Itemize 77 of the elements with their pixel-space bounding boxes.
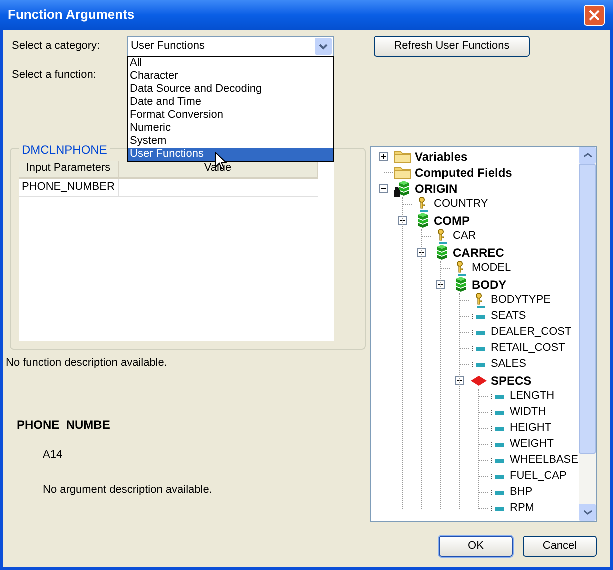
minus-icon: [457, 378, 462, 383]
tree-item[interactable]: RPM: [508, 500, 536, 517]
expand-toggle[interactable]: [379, 152, 388, 161]
tree-item[interactable]: BODYTYPE: [489, 292, 553, 309]
dropdown-option[interactable]: All: [128, 57, 333, 70]
argument-format: A14: [43, 448, 64, 463]
window-title: Function Arguments: [8, 6, 135, 24]
tree-item[interactable]: WEIGHT: [508, 436, 556, 453]
field-icon: [491, 426, 505, 432]
collapse-toggle[interactable]: [417, 248, 426, 257]
collapse-toggle[interactable]: [379, 184, 388, 193]
table-cell: PHONE_NUMBER: [19, 178, 119, 196]
tree-item[interactable]: Variables: [413, 148, 470, 166]
minus-icon: [381, 186, 386, 191]
field-icon: [491, 506, 505, 512]
plus-icon: [381, 154, 386, 159]
field-icon: [491, 474, 505, 480]
dropdown-option[interactable]: System: [128, 135, 333, 148]
dropdown-option[interactable]: Data Source and Decoding: [128, 83, 333, 96]
dropdown-option[interactable]: Character: [128, 70, 333, 83]
close-button[interactable]: [584, 4, 605, 26]
collapse-toggle[interactable]: [455, 376, 464, 385]
minus-icon: [419, 250, 424, 255]
scroll-down-icon[interactable]: [584, 510, 592, 514]
collapse-toggle[interactable]: [398, 216, 407, 225]
category-dropdown[interactable]: User Functions: [127, 36, 334, 57]
minus-icon: [400, 218, 405, 223]
close-icon: [589, 10, 600, 20]
dropdown-option[interactable]: Format Conversion: [128, 109, 333, 122]
tree-item[interactable]: SPECS: [489, 372, 534, 390]
tree-item[interactable]: WHEELBASE: [508, 452, 579, 469]
column-header: Input Parameters: [19, 160, 119, 178]
tree-item[interactable]: HEIGHT: [508, 420, 554, 437]
field-icon: [491, 394, 505, 400]
diamond-icon: [471, 376, 487, 386]
tree-item[interactable]: RETAIL_COST: [489, 340, 568, 357]
dropdown-option[interactable]: User Functions: [128, 148, 333, 161]
field-icon: [472, 346, 486, 352]
minus-icon: [438, 282, 443, 287]
tree-item[interactable]: Computed Fields: [413, 164, 514, 182]
argument-name: PHONE_NUMBE: [17, 417, 112, 434]
tree-item[interactable]: COUNTRY: [432, 196, 490, 213]
category-label: Select a category:: [12, 39, 102, 54]
tree-item[interactable]: BODY: [470, 276, 509, 294]
folder-icon: [394, 166, 412, 180]
field-icon: [491, 458, 505, 464]
tree-item[interactable]: COMP: [432, 212, 472, 230]
tree-item[interactable]: DEALER_COST: [489, 324, 574, 341]
tree-item[interactable]: SEATS: [489, 308, 528, 325]
locked-segment-icon: [394, 180, 412, 196]
function-label: Select a function:: [12, 68, 96, 83]
field-icon: [491, 442, 505, 448]
refresh-user-functions-button[interactable]: Refresh User Functions: [374, 36, 530, 57]
scrollbar[interactable]: [579, 146, 596, 520]
tree-item[interactable]: WIDTH: [508, 404, 548, 421]
field-icon: [472, 314, 486, 320]
field-icon: [491, 490, 505, 496]
scroll-up-icon[interactable]: [584, 152, 592, 158]
function-description: No function description available.: [6, 356, 168, 370]
dropdown-option[interactable]: Numeric: [128, 122, 333, 135]
dropdown-option[interactable]: Date and Time: [128, 96, 333, 109]
tree-item[interactable]: LENGTH: [508, 388, 557, 405]
field-icon: [472, 362, 486, 368]
folder-icon: [394, 150, 412, 164]
tree-item[interactable]: SALES: [489, 356, 528, 373]
field-icon: [491, 410, 505, 416]
cancel-button[interactable]: Cancel: [523, 536, 597, 556]
tree-item[interactable]: MODEL: [470, 260, 514, 277]
field-icon: [472, 330, 486, 336]
ok-button[interactable]: OK: [439, 536, 513, 556]
tree-item[interactable]: ORIGIN: [413, 180, 460, 198]
tree-item[interactable]: CARREC: [451, 244, 506, 262]
argument-description: No argument description available.: [43, 482, 214, 498]
tree-item[interactable]: CAR: [451, 228, 478, 245]
tree-item[interactable]: BHP: [508, 484, 535, 501]
collapse-toggle[interactable]: [436, 280, 445, 289]
tree-item[interactable]: FUEL_CAP: [508, 468, 569, 485]
